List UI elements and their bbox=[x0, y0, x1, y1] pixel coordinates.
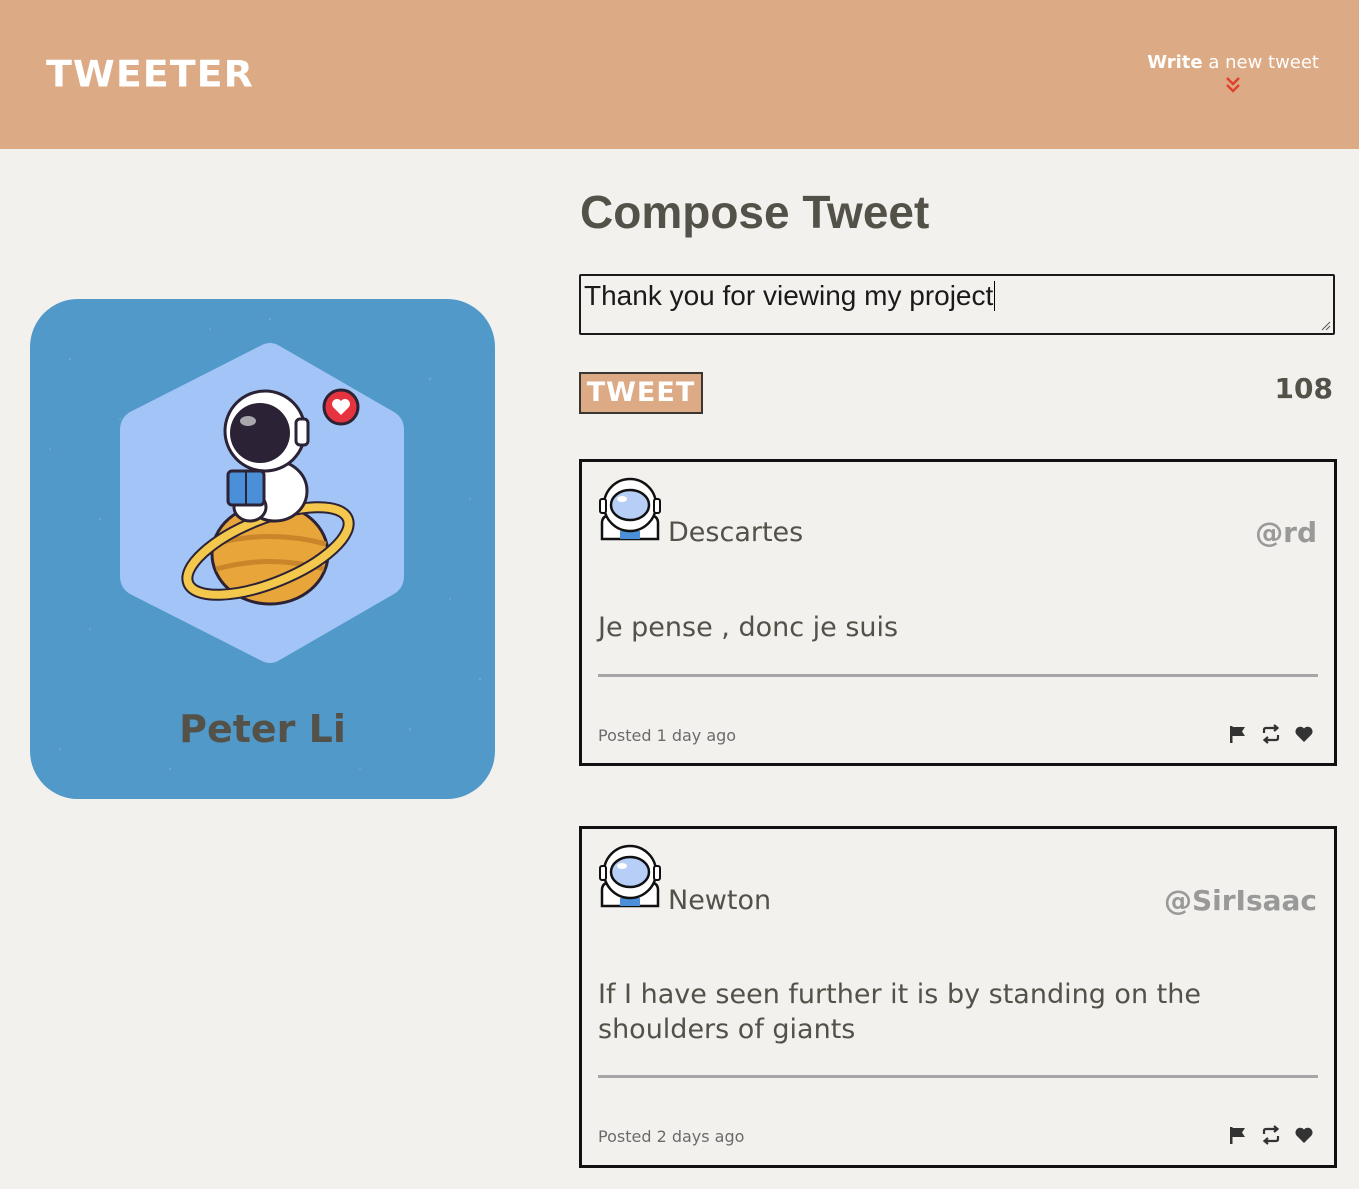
resize-grip-icon[interactable] bbox=[1321, 321, 1331, 331]
profile-name: Peter Li bbox=[179, 707, 346, 751]
tweet-card: Descartes @rd Je pense , donc je suis Po… bbox=[579, 459, 1337, 766]
heart-icon[interactable] bbox=[1294, 724, 1314, 744]
flag-icon[interactable] bbox=[1228, 724, 1248, 744]
write-new-tweet-link[interactable]: Write a new tweet bbox=[1147, 52, 1319, 94]
tweet-text-input[interactable]: Thank you for viewing my project bbox=[579, 274, 1335, 335]
tweet-text-value: Thank you for viewing my project bbox=[584, 280, 996, 311]
tweet-author-handle: @SirIsaac bbox=[1163, 884, 1317, 917]
text-caret bbox=[994, 281, 996, 311]
tweet-divider bbox=[598, 1075, 1318, 1078]
retweet-icon[interactable] bbox=[1261, 724, 1281, 744]
tweet-card: Newton @SirIsaac If I have seen further … bbox=[579, 826, 1337, 1168]
write-rest-text: a new tweet bbox=[1202, 52, 1319, 73]
char-counter: 108 bbox=[1274, 372, 1333, 405]
compose-title: Compose Tweet bbox=[580, 186, 930, 238]
heart-icon[interactable] bbox=[1294, 1125, 1314, 1145]
tweet-author-handle: @rd bbox=[1255, 516, 1317, 549]
flag-icon[interactable] bbox=[1228, 1125, 1248, 1145]
retweet-icon[interactable] bbox=[1261, 1125, 1281, 1145]
tweet-timestamp: Posted 1 day ago bbox=[598, 726, 737, 745]
tweet-actions bbox=[1228, 724, 1314, 744]
tweet-timestamp: Posted 2 days ago bbox=[598, 1127, 745, 1146]
profile-card: Peter Li bbox=[30, 299, 495, 799]
brand-logo: TWEETER bbox=[46, 53, 254, 95]
tweet-divider bbox=[598, 674, 1318, 677]
tweet-author-name: Newton bbox=[668, 885, 772, 916]
double-chevron-down-icon[interactable] bbox=[1224, 76, 1242, 94]
tweet-button[interactable]: TWEET bbox=[579, 372, 703, 414]
top-nav: TWEETER Write a new tweet bbox=[0, 0, 1359, 149]
tweet-body: Je pense , donc je suis bbox=[598, 612, 899, 643]
tweet-body: If I have seen further it is by standing… bbox=[598, 979, 1201, 1045]
astronaut-helmet-icon bbox=[599, 477, 661, 541]
astronaut-reading-on-planet-icon bbox=[181, 388, 360, 606]
astronaut-helmet-icon bbox=[599, 844, 661, 908]
write-bold-text: Write bbox=[1147, 52, 1203, 73]
tweet-author-name: Descartes bbox=[668, 517, 804, 548]
tweet-actions bbox=[1228, 1125, 1314, 1145]
